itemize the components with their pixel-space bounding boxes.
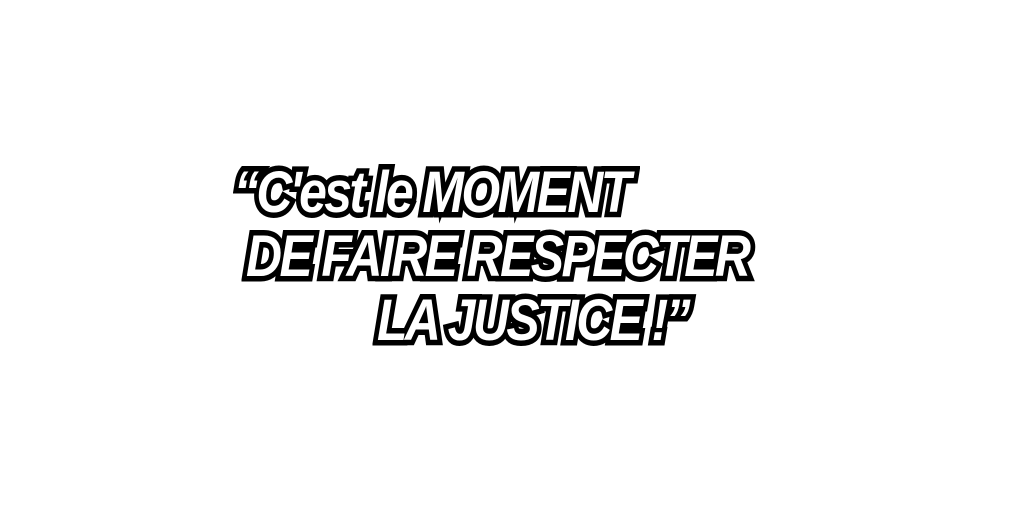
quote-graphic: “C'est le MOMENT DE FAIRE RESPECTER LA J… [0,0,1024,512]
quote-line-3: LA JUSTICE !” [372,286,695,355]
quote-line-1: “C'est le MOMENT [229,158,636,227]
quote-line-2: DE FAIRE RESPECTER [241,222,755,291]
